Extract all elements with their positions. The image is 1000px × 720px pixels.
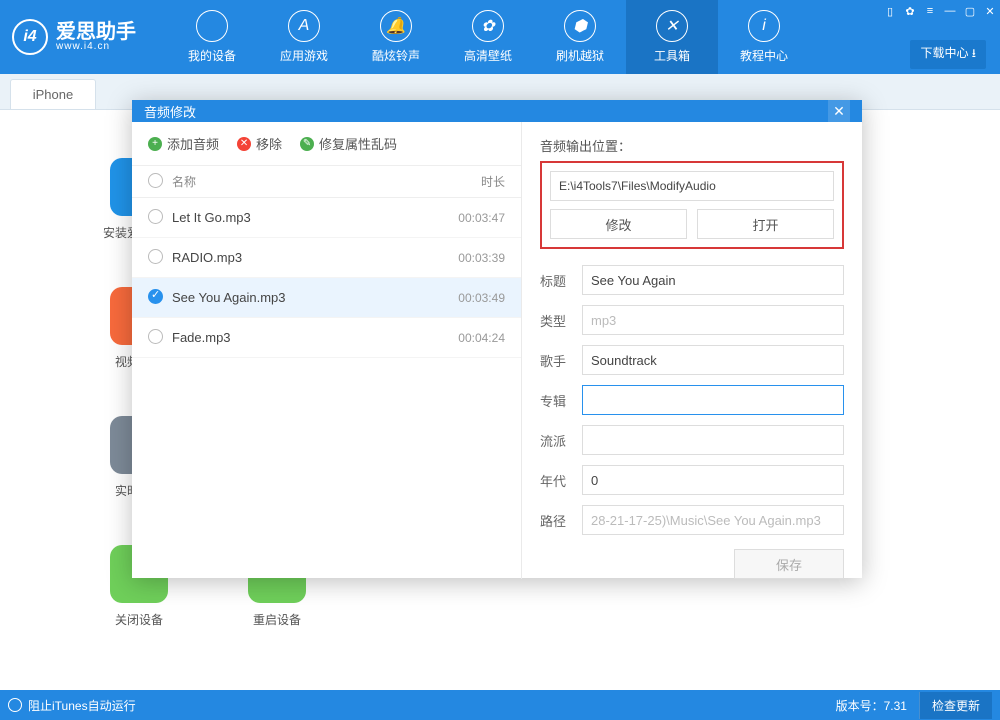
- audio-rows: Let It Go.mp300:03:47RADIO.mp300:03:39Se…: [132, 198, 521, 358]
- audio-detail-panel: 音频输出位置： 修改 打开 标题 类型 歌手 专辑 流派 年代 路径 保存: [522, 122, 862, 579]
- nav-ring-icon: 🔔: [380, 10, 412, 42]
- audio-list-panel: +添加音频 ✕移除 ✎修复属性乱码 名称 时长 Let It Go.mp300:…: [132, 122, 522, 579]
- logo-title: 爱思助手: [56, 22, 136, 42]
- nav-flash-label: 刷机越狱: [556, 47, 604, 64]
- save-button[interactable]: 保存: [734, 549, 844, 579]
- app-header: i4 爱思助手 www.i4.cn 我的设备 A 应用游戏 🔔 酷炫铃声 ✿ 高清壁纸 ⬢ 刷机…: [0, 0, 1000, 74]
- tab-iphone[interactable]: iPhone: [10, 79, 96, 109]
- album-label: 专辑: [540, 391, 582, 410]
- album-input[interactable]: [582, 385, 844, 415]
- artist-label: 歌手: [540, 351, 582, 370]
- row-duration: 00:04:24: [435, 331, 505, 345]
- row-filename: Fade.mp3: [172, 330, 435, 345]
- nav-device[interactable]: 我的设备: [166, 0, 258, 74]
- nav-wall-icon: ✿: [472, 10, 504, 42]
- dialog-close-icon[interactable]: ✕: [828, 100, 850, 122]
- nav-flash-icon: ⬢: [564, 10, 596, 42]
- nav-wall[interactable]: ✿ 高清壁纸: [442, 0, 534, 74]
- fix-encoding-button[interactable]: ✎修复属性乱码: [300, 134, 397, 153]
- genre-input[interactable]: [582, 425, 844, 455]
- nav-device-label: 我的设备: [188, 47, 236, 64]
- row-duration: 00:03:49: [435, 291, 505, 305]
- type-input: [582, 305, 844, 335]
- remove-audio-button[interactable]: ✕移除: [237, 134, 282, 153]
- nav-tutorial[interactable]: i 教程中心: [718, 0, 810, 74]
- logo-icon: i4: [12, 19, 48, 55]
- nav-apps[interactable]: A 应用游戏: [258, 0, 350, 74]
- output-path-box: 修改 打开: [540, 161, 844, 249]
- nav-tutorial-icon: i: [748, 10, 780, 42]
- shirt-icon[interactable]: ▯: [880, 0, 900, 22]
- row-filename: Let It Go.mp3: [172, 210, 435, 225]
- open-path-button[interactable]: 打开: [697, 209, 834, 239]
- tile-label: 关闭设备: [115, 611, 163, 628]
- audio-row[interactable]: RADIO.mp300:03:39: [132, 238, 521, 278]
- type-label: 类型: [540, 311, 582, 330]
- check-update-button[interactable]: 检查更新: [919, 692, 992, 719]
- settings-icon[interactable]: ✿: [900, 0, 920, 22]
- modify-path-button[interactable]: 修改: [550, 209, 687, 239]
- artist-input[interactable]: [582, 345, 844, 375]
- nav-apps-label: 应用游戏: [280, 47, 328, 64]
- row-duration: 00:03:39: [435, 251, 505, 265]
- dialog-titlebar: 音频修改 ✕: [132, 100, 862, 122]
- logo-url: www.i4.cn: [56, 42, 136, 52]
- nav-tools-icon: ✕: [656, 10, 688, 42]
- row-filename: RADIO.mp3: [172, 250, 435, 265]
- genre-label: 流派: [540, 431, 582, 450]
- col-duration: 时长: [435, 173, 505, 190]
- nav-flash[interactable]: ⬢ 刷机越狱: [534, 0, 626, 74]
- path-label: 路径: [540, 511, 582, 530]
- row-radio[interactable]: [148, 289, 163, 304]
- app-logo: i4 爱思助手 www.i4.cn: [12, 19, 136, 55]
- itunes-block-icon[interactable]: [8, 698, 22, 712]
- nav-ring-label: 酷炫铃声: [372, 47, 420, 64]
- window-controls: ▯ ✿ ≡ — ▢ ✕: [880, 0, 1000, 22]
- audio-row[interactable]: Fade.mp300:04:24: [132, 318, 521, 358]
- audio-modify-dialog: 音频修改 ✕ +添加音频 ✕移除 ✎修复属性乱码 名称 时长 Let It Go…: [132, 100, 862, 578]
- download-center-button[interactable]: 下载中心 ⭳: [910, 40, 986, 69]
- audio-row[interactable]: See You Again.mp300:03:49: [132, 278, 521, 318]
- row-filename: See You Again.mp3: [172, 290, 435, 305]
- nav-tools[interactable]: ✕ 工具箱: [626, 0, 718, 74]
- tile-label: 重启设备: [253, 611, 301, 628]
- dialog-title: 音频修改: [144, 102, 196, 121]
- col-name: 名称: [172, 173, 435, 190]
- output-path-input[interactable]: [550, 171, 834, 201]
- status-bar: 阻止iTunes自动运行 版本号：7.31 检查更新: [0, 690, 1000, 720]
- year-input[interactable]: [582, 465, 844, 495]
- nav-wall-label: 高清壁纸: [464, 47, 512, 64]
- version-label: 版本号：7.31: [836, 697, 907, 714]
- main-nav: 我的设备 A 应用游戏 🔔 酷炫铃声 ✿ 高清壁纸 ⬢ 刷机越狱 ✕ 工具箱 i 教程中心: [166, 0, 810, 74]
- title-input[interactable]: [582, 265, 844, 295]
- nav-device-icon: [196, 10, 228, 42]
- add-audio-button[interactable]: +添加音频: [148, 134, 219, 153]
- row-radio[interactable]: [148, 249, 163, 264]
- audio-toolbar: +添加音频 ✕移除 ✎修复属性乱码: [132, 122, 521, 166]
- year-label: 年代: [540, 471, 582, 490]
- row-radio[interactable]: [148, 329, 163, 344]
- audio-table-header: 名称 时长: [132, 166, 521, 198]
- row-duration: 00:03:47: [435, 211, 505, 225]
- maximize-icon[interactable]: ▢: [960, 0, 980, 22]
- path-input: [582, 505, 844, 535]
- select-all-radio[interactable]: [148, 173, 163, 188]
- itunes-block-label[interactable]: 阻止iTunes自动运行: [28, 697, 136, 714]
- close-icon[interactable]: ✕: [980, 0, 1000, 22]
- nav-ring[interactable]: 🔔 酷炫铃声: [350, 0, 442, 74]
- output-path-label: 音频输出位置：: [540, 136, 844, 155]
- nav-tutorial-label: 教程中心: [740, 47, 788, 64]
- minimize-icon[interactable]: —: [940, 0, 960, 22]
- nav-apps-icon: A: [288, 10, 320, 42]
- row-radio[interactable]: [148, 209, 163, 224]
- title-label: 标题: [540, 271, 582, 290]
- menu-icon[interactable]: ≡: [920, 0, 940, 22]
- nav-tools-label: 工具箱: [654, 47, 690, 64]
- audio-row[interactable]: Let It Go.mp300:03:47: [132, 198, 521, 238]
